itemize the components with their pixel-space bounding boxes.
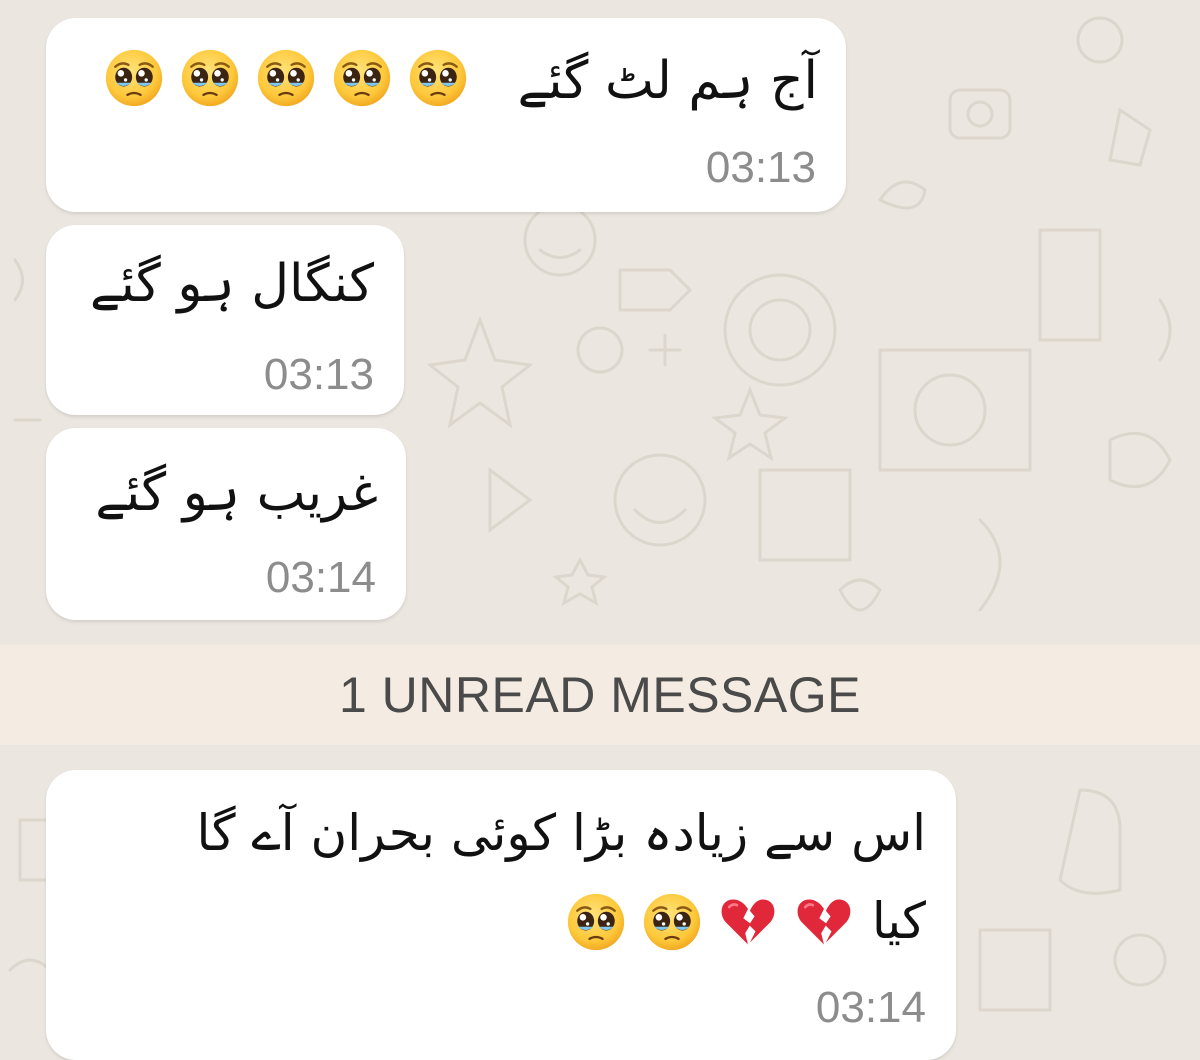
- message-time: 03:13: [263, 350, 374, 399]
- message-text: آج ہم لٹ گئے: [517, 51, 819, 111]
- message-bubble[interactable]: اس سے زیادہ بڑا کوئی بحران آے گا کیا 03:…: [46, 770, 956, 1060]
- pleading-face-icon: [642, 892, 702, 952]
- broken-heart-icon: [718, 892, 778, 952]
- unread-divider: 1 UNREAD MESSAGE: [0, 645, 1200, 745]
- pleading-face-icon: [332, 48, 392, 108]
- pleading-face-icon: [408, 48, 468, 108]
- message-time: 03:14: [815, 983, 926, 1032]
- message-time: 03:14: [265, 553, 376, 602]
- message-text-line-2: کیا: [871, 892, 926, 950]
- pleading-face-icon: [104, 48, 164, 108]
- pleading-face-icon: [256, 48, 316, 108]
- pleading-face-icon: [566, 892, 626, 952]
- message-text: غریب ہو گئے: [95, 463, 378, 523]
- message-time: 03:13: [705, 143, 816, 192]
- message-text-line-1: اس سے زیادہ بڑا کوئی بحران آے گا: [196, 804, 926, 862]
- broken-heart-icon: [794, 892, 854, 952]
- emoji-row: [104, 48, 468, 108]
- message-bubble[interactable]: کنگال ہو گئے 03:13: [46, 225, 404, 415]
- message-bubble[interactable]: غریب ہو گئے 03:14: [46, 428, 406, 620]
- unread-label: 1 UNREAD MESSAGE: [338, 667, 861, 723]
- message-bubble[interactable]: آج ہم لٹ گئے 03:13: [46, 18, 846, 212]
- pleading-face-icon: [180, 48, 240, 108]
- message-text: کنگال ہو گئے: [89, 254, 374, 314]
- emoji-row: [566, 892, 854, 952]
